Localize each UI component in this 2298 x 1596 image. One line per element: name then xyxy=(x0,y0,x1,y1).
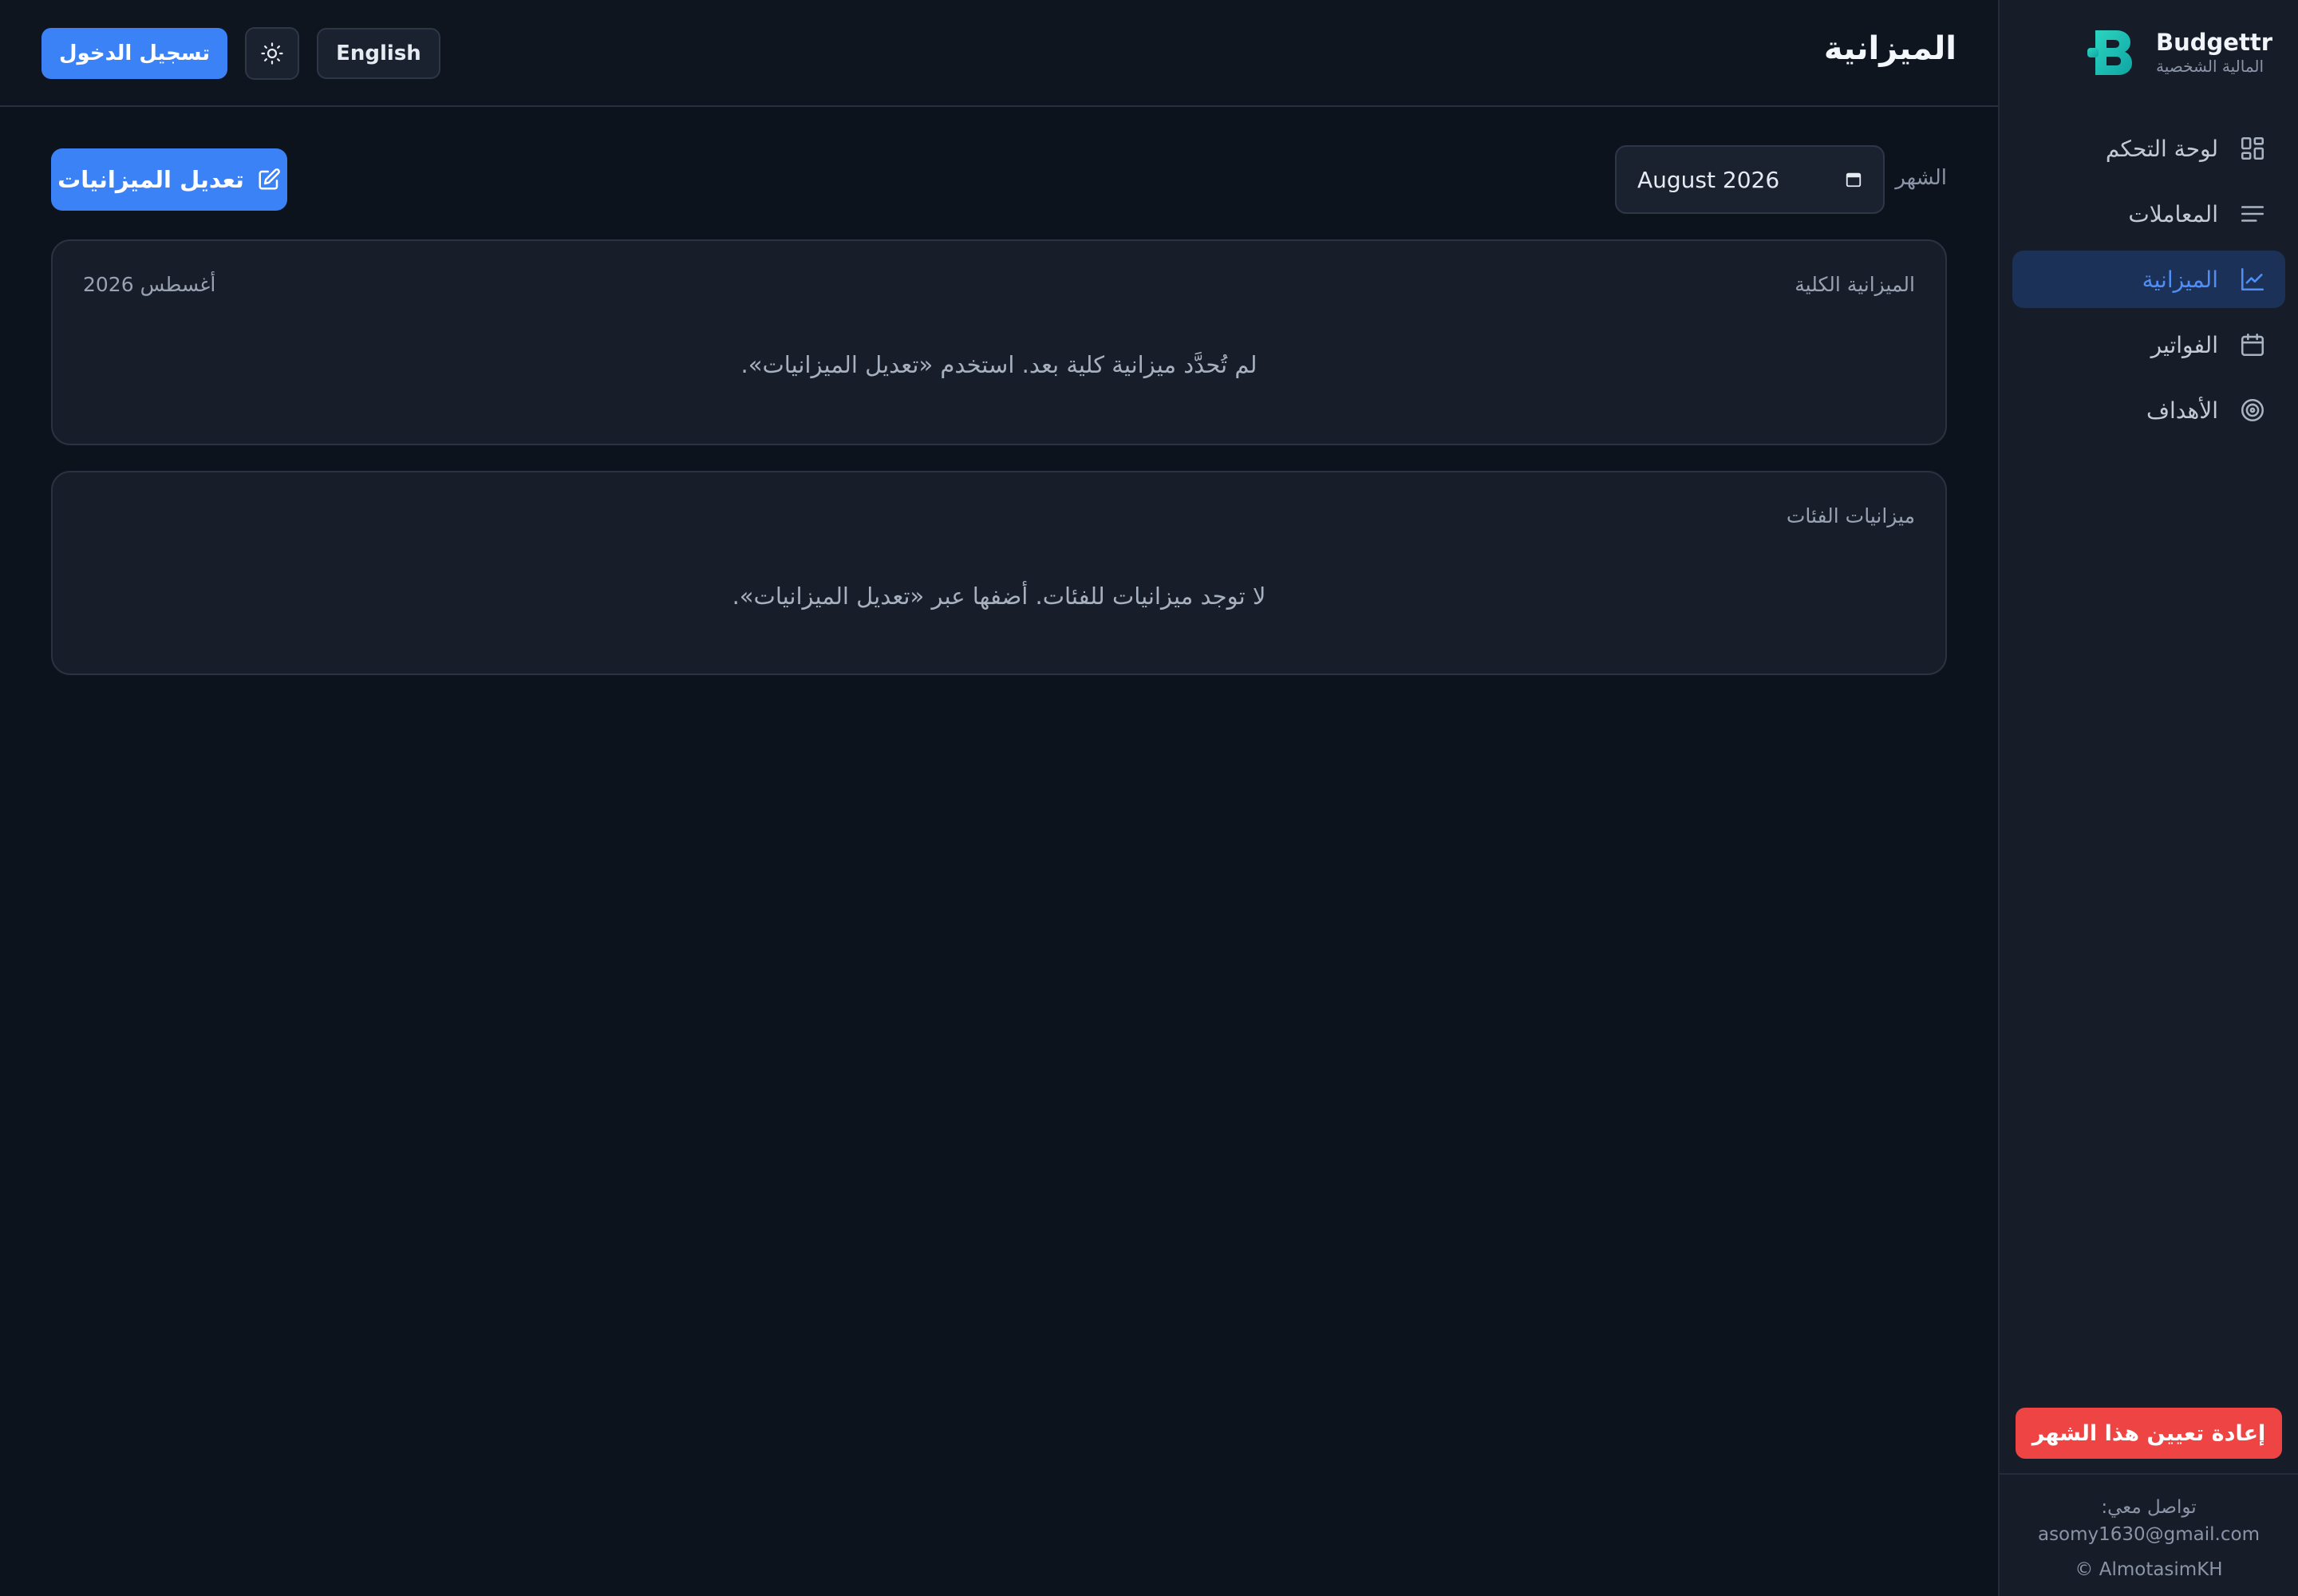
target-icon xyxy=(2239,397,2266,424)
dashboard-grid-icon xyxy=(2239,135,2266,162)
sidebar-item-transactions[interactable]: المعاملات xyxy=(2012,185,2285,243)
app-root: Budgettr المالية الشخصية لوحة التحكم الم… xyxy=(0,0,2298,1596)
sidebar-item-label: لوحة التحكم xyxy=(2105,135,2218,162)
header-actions: تسجيل الدخول English xyxy=(41,27,440,80)
contact-email[interactable]: asomy1630@gmail.com xyxy=(2000,1521,2298,1548)
edit-budgets-label: تعديل الميزانيات xyxy=(57,166,244,193)
budget-toolbar: الشهر August 2026 تعديل الميزانيات xyxy=(51,145,1947,214)
sidebar-item-dashboard[interactable]: لوحة التحكم xyxy=(2012,120,2285,177)
edit-budgets-button[interactable]: تعديل الميزانيات xyxy=(51,148,287,211)
reset-month-button[interactable]: إعادة تعيين هذا الشهر xyxy=(2016,1408,2282,1459)
month-label: الشهر xyxy=(1895,166,1947,190)
chart-line-icon xyxy=(2239,266,2266,293)
top-header: الميزانية تسجيل الدخول English xyxy=(0,0,1998,107)
calendar-picker-icon[interactable] xyxy=(1845,171,1862,188)
brand-name: Budgettr xyxy=(2156,29,2272,56)
total-budget-empty-message: لم تُحدَّد ميزانية كلية بعد. استخدم «تعد… xyxy=(740,351,1258,378)
budgettr-logo-icon xyxy=(2087,30,2133,75)
total-budget-date: أغسطس 2026 xyxy=(83,273,216,296)
total-budget-card: الميزانية الكلية أغسطس 2026 لم تُحدَّد م… xyxy=(51,239,1947,445)
sidebar-item-label: المعاملات xyxy=(2128,200,2218,227)
month-value: August 2026 xyxy=(1637,166,1780,193)
brand-text: Budgettr المالية الشخصية xyxy=(2156,29,2272,77)
sidebar-item-label: الميزانية xyxy=(2142,266,2218,293)
category-budgets-card: ميزانيات الفئات لا توجد ميزانيات للفئات.… xyxy=(51,471,1947,675)
sidebar-item-label: الفواتير xyxy=(2150,331,2218,358)
theme-toggle-button[interactable] xyxy=(245,27,300,80)
brand[interactable]: Budgettr المالية الشخصية xyxy=(2086,27,2272,78)
total-budget-title: الميزانية الكلية xyxy=(1795,273,1915,296)
sidebar: Budgettr المالية الشخصية لوحة التحكم الم… xyxy=(1998,0,2298,1596)
month-picker-input[interactable]: August 2026 xyxy=(1615,145,1885,214)
calendar-icon xyxy=(2239,331,2266,358)
sidebar-item-label: الأهداف xyxy=(2146,397,2218,424)
login-button[interactable]: تسجيل الدخول xyxy=(41,28,228,79)
page-title: الميزانية xyxy=(1823,30,1956,67)
sidebar-item-goals[interactable]: الأهداف xyxy=(2012,381,2285,439)
sun-icon xyxy=(261,42,283,65)
language-switch-button[interactable]: English xyxy=(317,28,440,79)
edit-pencil-icon xyxy=(259,168,280,190)
category-budgets-title: ميزانيات الفئات xyxy=(1786,504,1915,527)
copyright: © AlmotasimKH xyxy=(2075,1559,2223,1580)
sidebar-footer: تواصل معي: asomy1630@gmail.com © Almotas… xyxy=(2000,1473,2298,1583)
sidebar-nav: لوحة التحكم المعاملات الميزانية الفواتير xyxy=(2012,120,2285,447)
category-budgets-empty-message: لا توجد ميزانيات للفئات. أضفها عبر «تعدي… xyxy=(732,583,1266,610)
brand-subtitle: المالية الشخصية xyxy=(2156,57,2264,76)
sidebar-item-budget[interactable]: الميزانية xyxy=(2012,251,2285,308)
contact-label: تواصل معي: xyxy=(2101,1497,2197,1518)
list-lines-icon xyxy=(2239,200,2266,227)
sidebar-item-bills[interactable]: الفواتير xyxy=(2012,316,2285,373)
